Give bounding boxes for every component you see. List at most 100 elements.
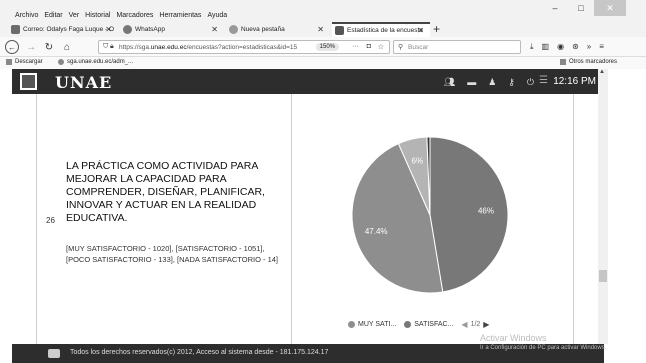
chat-icon[interactable] xyxy=(48,349,60,358)
search-placeholder: Buscar xyxy=(408,43,429,51)
close-tab-icon[interactable]: ✕ xyxy=(317,25,324,34)
download-icon[interactable]: ⤓ xyxy=(530,42,534,52)
forward-button[interactable]: → xyxy=(24,40,38,54)
pie-label: 6% xyxy=(412,156,424,165)
menu-editar[interactable]: Editar xyxy=(44,12,62,19)
header-icons: 👥︎ ▬ ♟ ⚷ ⏻ xyxy=(444,77,534,88)
question-text: LA PRÁCTICA COMO ACTIVIDAD PARA MEJORAR … xyxy=(66,160,265,224)
menu-lines-icon[interactable]: ☰ xyxy=(539,75,548,86)
tab-label: WhatsApp xyxy=(135,26,165,33)
bookmark-otros[interactable]: Otros marcadores xyxy=(560,59,617,65)
menu-items: Archivo Editar Ver Historial Marcadores … xyxy=(15,12,227,19)
key-icon[interactable]: ⚷ xyxy=(508,77,515,88)
hamburger-menu-icon[interactable]: ≡ xyxy=(599,42,604,52)
legend-item-muy-satisfactorio[interactable]: MUY SATI... xyxy=(348,321,396,328)
card-icon[interactable]: ▬ xyxy=(467,77,476,88)
folder-icon xyxy=(560,59,566,65)
bookmarks-bar: Descargar sga.unae.edu.ec/adm_... Otros … xyxy=(0,57,646,69)
mail-icon xyxy=(11,25,20,34)
menu-archivo[interactable]: Archivo xyxy=(15,12,38,19)
legend-pager: ◀ 1/2 ▶ xyxy=(461,320,489,329)
prev-page-icon[interactable]: ◀ xyxy=(461,320,467,329)
tab-estadistica[interactable]: Estadística de la encuesta ✕ xyxy=(332,22,430,37)
home-button[interactable]: ⌂ xyxy=(60,40,74,54)
search-input[interactable]: ⚲ Buscar xyxy=(393,40,521,54)
page-scrollbar[interactable]: ▲ xyxy=(598,69,608,344)
pie-slice-satisfactorio[interactable] xyxy=(429,136,509,293)
logo-icon xyxy=(20,73,37,90)
question-number: 26 xyxy=(46,216,55,225)
legend-page-indicator: 1/2 xyxy=(470,321,481,328)
window-controls: – □ ✕ xyxy=(542,0,626,16)
bookmark-label: Descargar xyxy=(15,59,43,65)
bookmark-sga[interactable]: sga.unae.edu.ec/adm_... xyxy=(58,59,133,65)
more-icon[interactable]: ··· xyxy=(352,43,359,50)
menu-marcadores[interactable]: Marcadores xyxy=(116,12,153,19)
close-tab-icon[interactable]: ✕ xyxy=(417,26,424,35)
tab-whatsapp[interactable]: WhatsApp ✕ xyxy=(120,22,224,37)
lock-icon: 🔒︎ xyxy=(110,43,114,50)
legend-label: MUY SATI... xyxy=(358,321,397,328)
zoom-indicator[interactable]: 150% xyxy=(315,43,339,51)
user-icon[interactable]: ♟ xyxy=(488,77,496,88)
overflow-icon[interactable]: » xyxy=(587,42,591,52)
tab-nueva-pestana[interactable]: Nueva pestaña ✕ xyxy=(226,22,330,37)
search-icon: ⚲ xyxy=(398,44,404,51)
shield-icon: ⛉ xyxy=(103,43,109,50)
chart-legend: MUY SATI... SATISFAC... ◀ 1/2 ▶ xyxy=(348,320,489,329)
tab-label: Estadística de la encuesta xyxy=(347,27,423,34)
account-icon[interactable]: ◉ xyxy=(557,42,564,52)
star-icon[interactable]: ☆ xyxy=(378,43,384,51)
back-button[interactable]: ← xyxy=(5,40,19,54)
close-tab-icon[interactable]: ✕ xyxy=(105,25,112,34)
pie-chart[interactable]: 46% 47.4% 6% xyxy=(350,135,510,295)
legend-item-satisfactorio[interactable]: SATISFAC... xyxy=(404,321,453,328)
reload-button[interactable]: ↻ xyxy=(42,40,56,54)
extensions-icon[interactable]: ⊛ xyxy=(572,42,579,52)
menu-herramientas[interactable]: Herramientas xyxy=(159,12,201,19)
window-menubar: Archivo Editar Ver Historial Marcadores … xyxy=(0,0,646,22)
new-tab-button[interactable]: + xyxy=(433,22,440,37)
legend-label: SATISFAC... xyxy=(414,321,454,328)
pie-label: 46% xyxy=(478,206,494,215)
toolbar-icons: ⤓ ▥ ◉ ⊛ » ≡ xyxy=(530,42,604,52)
legend-swatch xyxy=(348,321,355,328)
url-bar[interactable]: ⛉ 🔒︎ https://sga.unae.edu.ec/encuestas?a… xyxy=(98,40,390,54)
nav-bar: ← → ↻ ⌂ ⛉ 🔒︎ https://sga.unae.edu.ec/enc… xyxy=(0,37,646,57)
close-tab-icon[interactable]: ✕ xyxy=(211,25,218,34)
library-icon[interactable]: ▥ xyxy=(542,42,550,52)
menu-ayuda[interactable]: Ayuda xyxy=(207,12,227,19)
pocket-icon[interactable]: ◘ xyxy=(367,43,371,50)
globe-icon xyxy=(58,59,64,65)
minimize-button[interactable]: – xyxy=(542,0,568,16)
firefox-icon xyxy=(229,25,238,34)
footer-text: Todos los derechos reservados(c) 2012, A… xyxy=(70,349,329,356)
tab-correo[interactable]: Correo: Odalys Faga Luque - O ✕ xyxy=(8,22,118,37)
windows-watermark-title: Activar Windows xyxy=(480,333,547,343)
url-text: https://sga.unae.edu.ec/encuestas?action… xyxy=(119,43,298,51)
windows-watermark-subtitle: Ir a Configuración de PC para activar Wi… xyxy=(480,345,607,351)
app-logo[interactable]: UNAE xyxy=(55,73,112,92)
tab-label: Nueva pestaña xyxy=(241,26,285,33)
users-icon[interactable]: 👥︎ xyxy=(444,77,455,88)
menu-historial[interactable]: Historial xyxy=(85,12,110,19)
bookmark-descargar[interactable]: Descargar xyxy=(6,59,43,65)
menu-ver[interactable]: Ver xyxy=(69,12,80,19)
close-window-button[interactable]: ✕ xyxy=(594,0,626,16)
next-page-icon[interactable]: ▶ xyxy=(483,320,489,329)
column-divider xyxy=(36,94,37,344)
scroll-up-icon[interactable]: ▲ xyxy=(599,69,605,75)
scroll-thumb[interactable] xyxy=(599,270,607,282)
legend-swatch xyxy=(404,321,412,328)
bookmark-label: sga.unae.edu.ec/adm_... xyxy=(67,59,134,65)
whatsapp-icon xyxy=(123,25,132,34)
app-header: UNAE 👥︎ ▬ ♟ ⚷ ⏻ ☰ 12:16 PM xyxy=(12,69,604,94)
power-icon[interactable]: ⏻ xyxy=(527,77,534,88)
question-answers: [MUY SATISFACTORIO - 1020], [SATISFACTOR… xyxy=(66,244,278,264)
tab-bar: Correo: Odalys Faga Luque - O ✕ WhatsApp… xyxy=(0,22,646,37)
maximize-button[interactable]: □ xyxy=(568,0,594,16)
clock-time: 12:16 PM xyxy=(553,76,596,87)
survey-table: 26 LA PRÁCTICA COMO ACTIVIDAD PARA MEJOR… xyxy=(12,94,598,344)
column-divider xyxy=(573,94,574,344)
bookmark-label: Otros marcadores xyxy=(569,59,618,65)
